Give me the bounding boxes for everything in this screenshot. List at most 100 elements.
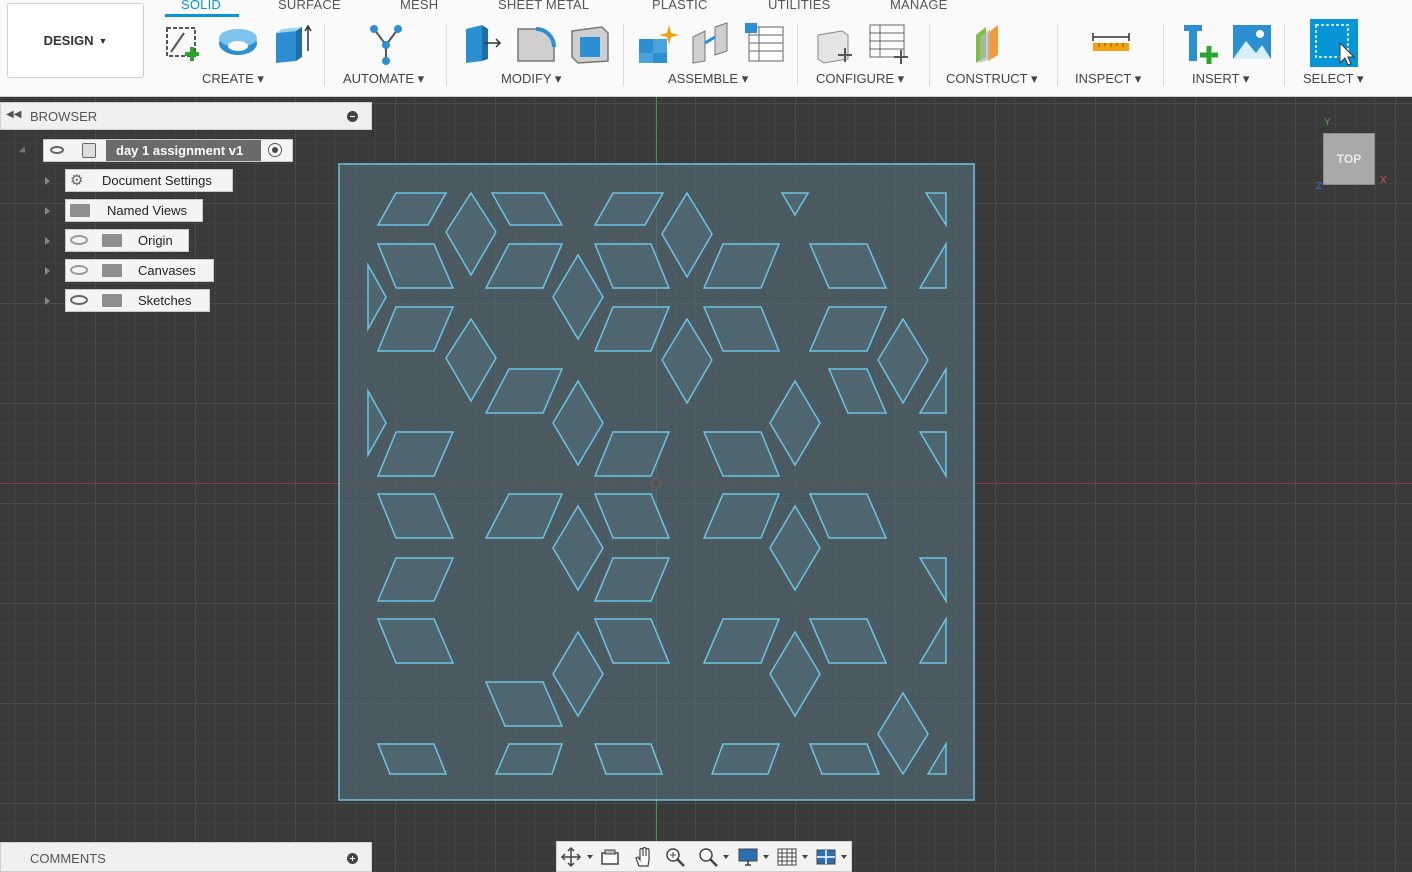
expand-icon[interactable] [45,237,50,245]
caret-down-icon[interactable] [802,855,808,859]
browser-item-canvases[interactable]: Canvases [65,259,214,282]
tab-utilities[interactable]: UTILITIES [768,0,830,12]
measure-icon[interactable] [1089,21,1133,65]
browser-item-label: Origin [138,233,173,248]
separator [446,24,447,86]
browser-item-document-settings[interactable]: ⚙ Document Settings [65,169,233,192]
caret-down-icon[interactable] [723,855,729,859]
tab-surface[interactable]: SURFACE [278,0,341,12]
x-axis-label: X [1380,175,1387,186]
browser-panel-header: ◀◀ BROWSER [0,102,372,130]
zoom-icon[interactable] [664,846,686,868]
extrude-form-icon[interactable] [216,21,260,65]
separator [929,24,930,86]
modify-menu[interactable]: MODIFY ▾ [501,71,561,87]
caret-down-icon[interactable] [587,855,593,859]
origin-point [650,477,662,489]
folder-icon [102,234,122,247]
insert-derive-icon[interactable] [1178,21,1222,65]
folder-icon [102,294,122,307]
comments-panel[interactable]: COMMENTS [0,842,372,872]
separator [1057,24,1058,86]
canvas-viewport[interactable] [0,96,1412,872]
separator [797,24,798,86]
view-cube[interactable]: TOP [1323,133,1375,185]
collapse-panel-icon[interactable]: ◀◀ [6,109,21,120]
shell-icon[interactable] [568,21,612,65]
caret-down-icon: ▼ [98,35,108,46]
browser-item-label: Sketches [138,293,192,308]
configure-icon[interactable] [812,21,856,65]
joint-icon[interactable] [689,21,733,65]
inspect-menu[interactable]: INSPECT ▾ [1075,71,1141,87]
pan-icon[interactable] [632,846,654,868]
insert-canvas-icon[interactable] [1230,21,1274,65]
automate-menu[interactable]: AUTOMATE ▾ [343,71,424,87]
folder-icon [102,264,122,277]
browser-item-sketches[interactable]: Sketches [65,289,210,312]
fillet-icon[interactable] [514,21,558,65]
caret-down-icon[interactable] [841,855,847,859]
tab-plastic[interactable]: PLASTIC [652,0,708,12]
browser-title: BROWSER [30,109,98,124]
select-icon[interactable] [1310,19,1358,67]
expand-icon[interactable] [45,267,50,275]
comments-title: COMMENTS [30,851,106,866]
display-settings-icon[interactable] [737,846,759,868]
activate-radio-icon[interactable] [268,143,282,157]
view-cube-face-label: TOP [1336,152,1362,166]
tab-manage[interactable]: MANAGE [890,0,948,12]
root-label: day 1 assignment v1 [116,143,244,158]
browser-item-label: Document Settings [102,173,212,188]
insert-menu[interactable]: INSERT ▾ [1192,71,1249,87]
expand-icon[interactable] [45,177,50,185]
separator [1163,24,1164,86]
assemble-menu[interactable]: ASSEMBLE ▾ [668,71,748,87]
toolbar: SOLID SURFACE MESH SHEET METAL PLASTIC U… [0,0,1412,97]
browser-item-label: Canvases [138,263,196,278]
browser-item-origin[interactable]: Origin [65,229,189,252]
browser-root-node[interactable]: day 1 assignment v1 [43,139,293,162]
navigation-bar [556,841,852,872]
eye-hidden-icon[interactable] [70,235,88,245]
create-sketch-icon[interactable] [162,21,206,65]
press-pull-icon[interactable] [460,21,504,65]
component-icon [82,143,96,158]
look-at-icon[interactable] [599,846,621,868]
grid-settings-icon[interactable] [776,846,798,868]
expand-icon[interactable] [45,297,50,305]
workspace-switcher-button[interactable]: DESIGN ▼ [7,3,144,78]
sketch-profile[interactable] [337,162,977,802]
folder-icon [70,204,90,217]
add-comment-icon[interactable] [347,853,358,864]
bill-of-materials-icon[interactable] [743,21,787,65]
viewports-icon[interactable] [815,846,837,868]
orbit-icon[interactable] [560,846,582,868]
browser-item-label: Named Views [107,203,187,218]
select-menu[interactable]: SELECT ▾ [1303,71,1363,87]
configuration-table-icon[interactable] [866,21,910,65]
configure-menu[interactable]: CONFIGURE ▾ [816,71,904,87]
y-axis-label: Y [1324,117,1331,128]
tab-mesh[interactable]: MESH [400,0,438,12]
separator [1284,24,1285,86]
browser-item-named-views[interactable]: Named Views [65,199,203,222]
eye-icon[interactable] [70,295,88,305]
automate-icon[interactable] [364,21,408,65]
eye-hidden-icon[interactable] [70,265,88,275]
offset-plane-icon[interactable] [972,21,1016,65]
construct-menu[interactable]: CONSTRUCT ▾ [946,71,1038,87]
new-component-icon[interactable] [635,21,679,65]
tab-solid[interactable]: SOLID [181,0,221,12]
zoom-window-icon[interactable] [697,846,719,868]
expand-icon[interactable] [45,207,50,215]
minimize-icon[interactable] [347,111,358,122]
active-tab-underline [165,14,239,17]
extrude-icon[interactable] [270,21,314,65]
caret-down-icon[interactable] [763,855,769,859]
separator [623,24,624,86]
tab-sheet-metal[interactable]: SHEET METAL [498,0,589,12]
workspace-label: DESIGN [43,33,94,48]
eye-icon[interactable] [50,146,64,154]
create-menu[interactable]: CREATE ▾ [202,71,264,87]
